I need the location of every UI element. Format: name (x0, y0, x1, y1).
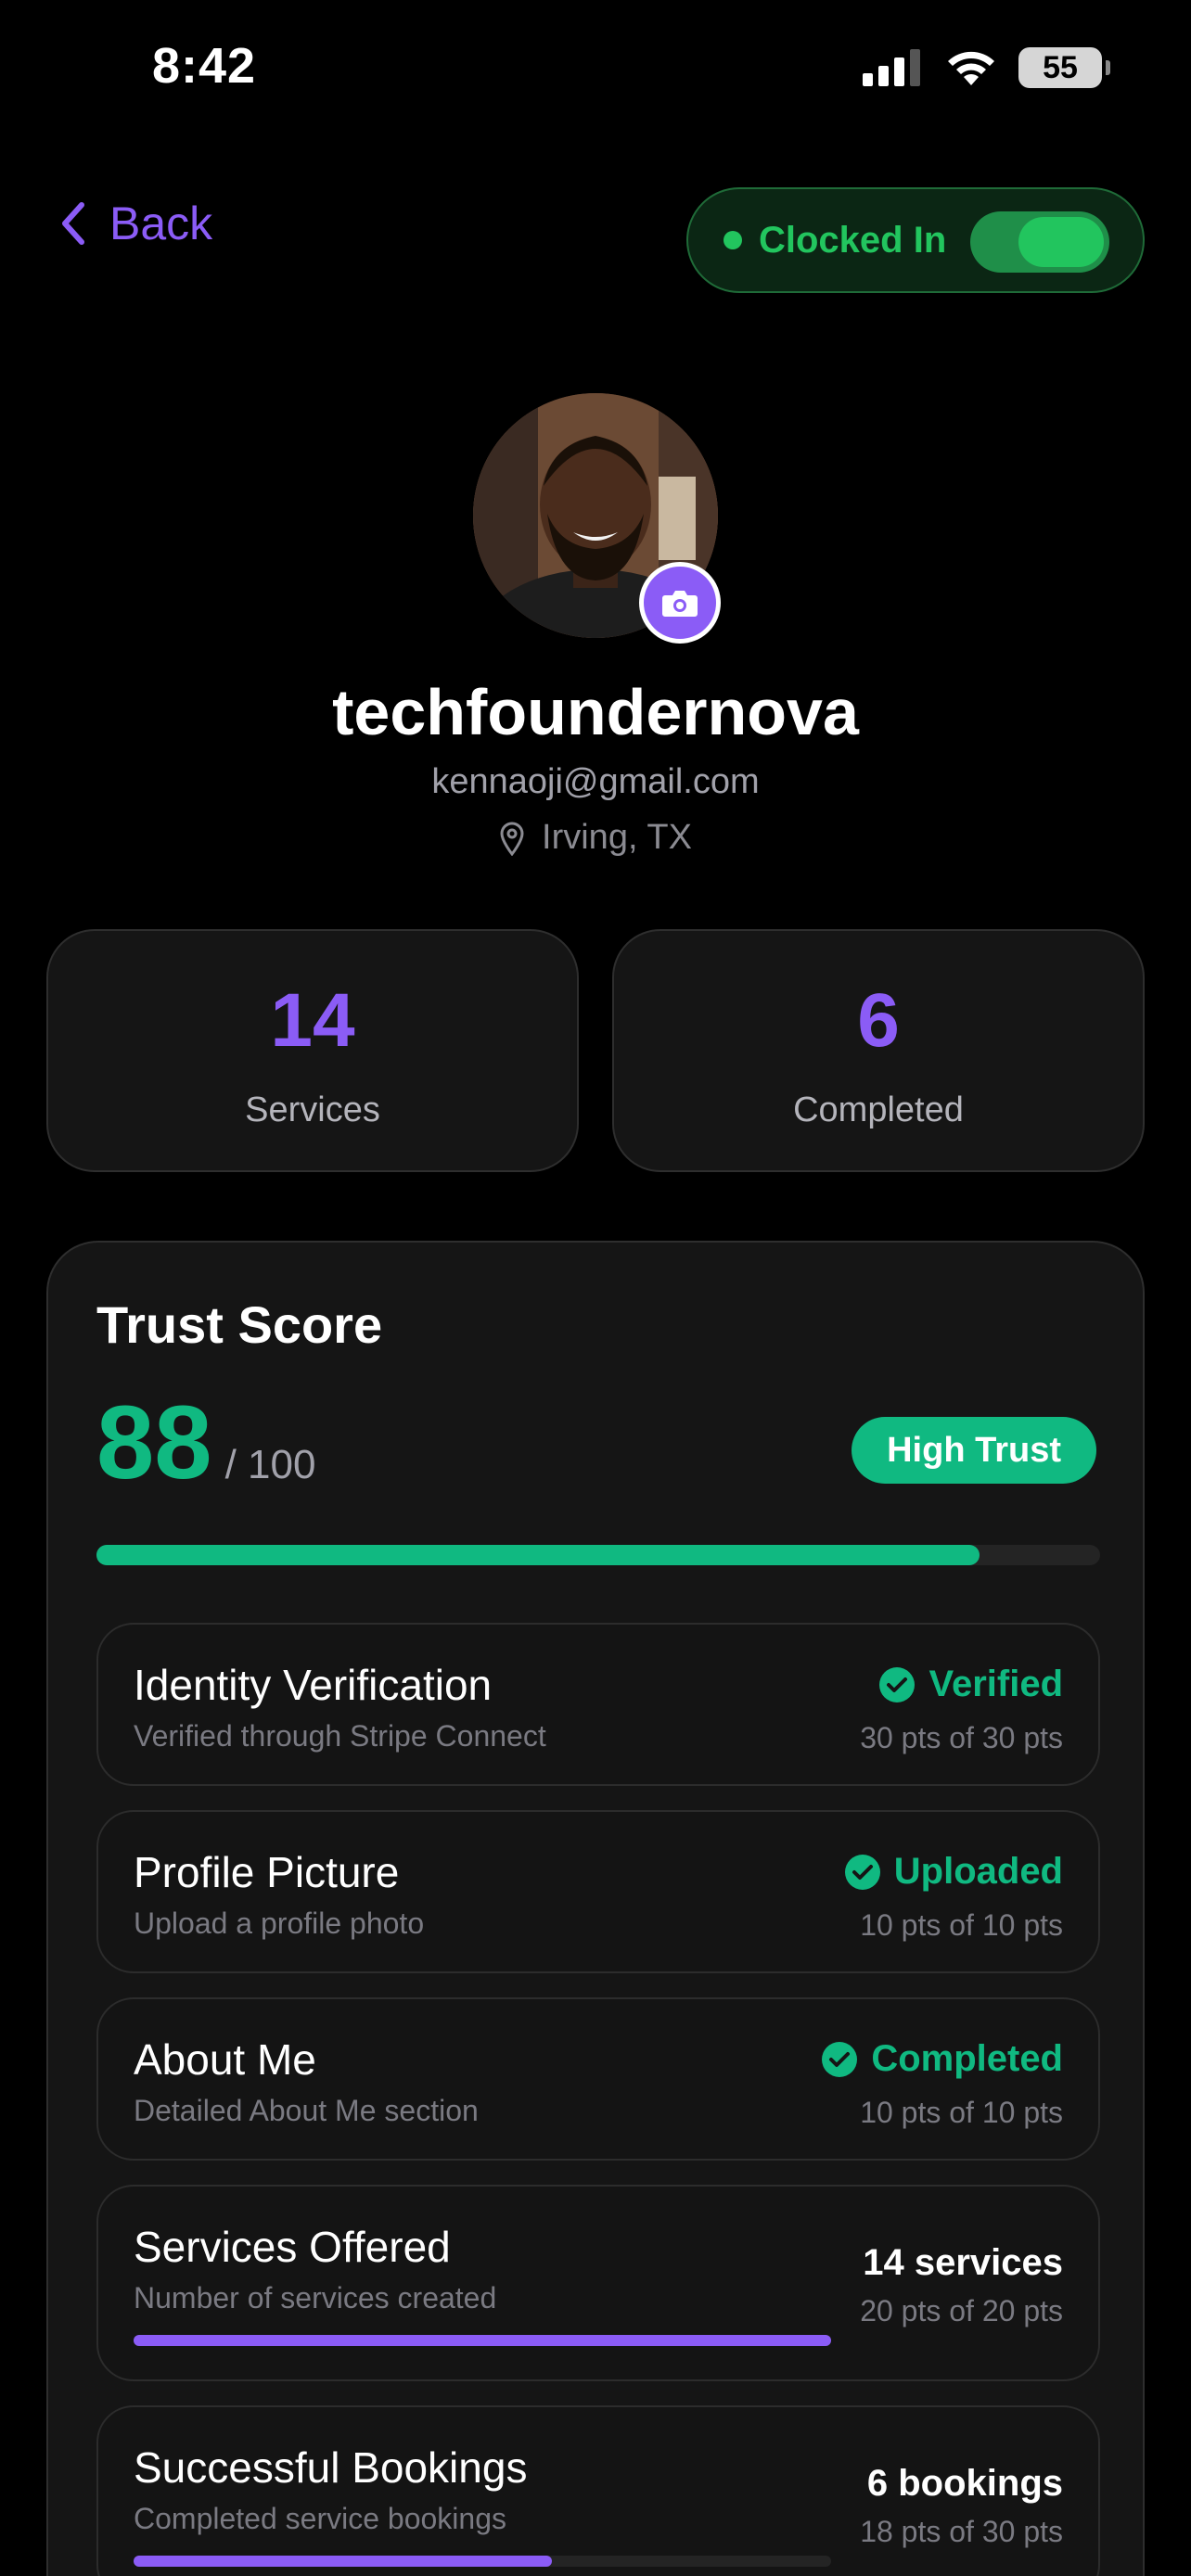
check-circle-icon (844, 1854, 880, 1890)
item-desc: Verified through Stripe Connect (134, 1719, 546, 1753)
camera-icon (662, 591, 698, 617)
check-circle-icon (879, 1666, 916, 1702)
clock-toggle-knob (1018, 217, 1104, 267)
location-pin-icon (500, 822, 524, 856)
chevron-left-icon (62, 202, 84, 245)
stat-card-completed[interactable]: 6 Completed (612, 929, 1145, 1172)
stat-value: 14 (270, 978, 355, 1063)
clock-label: Clocked In (759, 219, 947, 261)
trust-level-badge: High Trust (852, 1417, 1096, 1484)
trust-score-card: Trust Score 88 / 100 High Trust Identity… (46, 1241, 1145, 2576)
trust-item-successful-bookings[interactable]: Successful Bookings Completed service bo… (96, 2405, 1100, 2576)
clock-status-dot (724, 231, 742, 249)
item-count: 6 bookings (866, 2463, 1063, 2504)
trust-score-value: 88 / 100 (96, 1391, 315, 1495)
user-email: kennaoji@gmail.com (431, 762, 760, 801)
score-number: 88 (96, 1384, 212, 1500)
profile-screen: 8:42 55 Back Clocked In techfoundernova … (0, 0, 1191, 2576)
score-max: / 100 (224, 1442, 316, 1487)
username: techfoundernova (332, 676, 859, 748)
trust-item-identity[interactable]: Identity Verification Verified through S… (96, 1623, 1100, 1786)
user-location: Irving, TX (0, 818, 1191, 858)
item-title: Profile Picture (134, 1848, 400, 1896)
item-desc: Upload a profile photo (134, 1906, 425, 1940)
item-status: Verified (878, 1664, 1063, 1705)
back-button[interactable]: Back (59, 197, 212, 250)
item-count: 14 services (863, 2242, 1063, 2283)
item-title: Identity Verification (134, 1661, 493, 1709)
item-desc: Completed service bookings (134, 2502, 506, 2535)
battery-icon: 55 (1018, 47, 1110, 88)
trust-item-profile-picture[interactable]: Profile Picture Upload a profile photo U… (96, 1810, 1100, 1973)
battery-level: 55 (1043, 49, 1078, 85)
item-status: Completed (821, 2038, 1063, 2080)
trust-item-about-me[interactable]: About Me Detailed About Me section Compl… (96, 1997, 1100, 2161)
item-title: About Me (134, 2035, 316, 2084)
item-desc: Number of services created (134, 2281, 497, 2315)
clock-in-status: Clocked In (686, 187, 1145, 293)
item-progress-fill (134, 2556, 553, 2567)
item-progress-fill (134, 2335, 831, 2346)
item-status-label: Verified (928, 1664, 1063, 1704)
stat-label: Completed (793, 1090, 964, 1129)
trust-item-services-offered[interactable]: Services Offered Number of services crea… (96, 2185, 1100, 2381)
item-points: 18 pts of 30 pts (860, 2515, 1063, 2548)
item-title: Services Offered (134, 2223, 451, 2271)
trust-progress-fill (96, 1545, 980, 1565)
trust-progress-bar (96, 1545, 1100, 1565)
wifi-icon (948, 51, 994, 85)
stat-value: 6 (857, 978, 900, 1063)
item-desc: Detailed About Me section (134, 2094, 479, 2127)
item-progress-bar (134, 2335, 831, 2346)
item-points: 20 pts of 20 pts (860, 2294, 1063, 2327)
item-title: Successful Bookings (134, 2443, 528, 2492)
check-circle-icon (822, 2041, 858, 2077)
clock-toggle[interactable] (970, 211, 1109, 273)
stat-label: Services (245, 1090, 380, 1129)
location-text: Irving, TX (542, 818, 692, 857)
stat-card-services[interactable]: 14 Services (46, 929, 579, 1172)
item-progress-bar (134, 2556, 831, 2567)
trust-score-title: Trust Score (96, 1295, 383, 1354)
status-icons: 55 (863, 45, 1110, 91)
item-status-label: Uploaded (893, 1851, 1063, 1892)
back-label: Back (109, 198, 213, 249)
item-points: 10 pts of 10 pts (860, 2096, 1063, 2129)
item-points: 10 pts of 10 pts (860, 1908, 1063, 1942)
cellular-signal-icon (863, 49, 920, 86)
item-status: Uploaded (844, 1851, 1063, 1893)
item-status-label: Completed (871, 2038, 1063, 2079)
change-photo-button[interactable] (639, 562, 721, 644)
item-points: 30 pts of 30 pts (860, 1721, 1063, 1754)
status-time: 8:42 (152, 38, 257, 94)
